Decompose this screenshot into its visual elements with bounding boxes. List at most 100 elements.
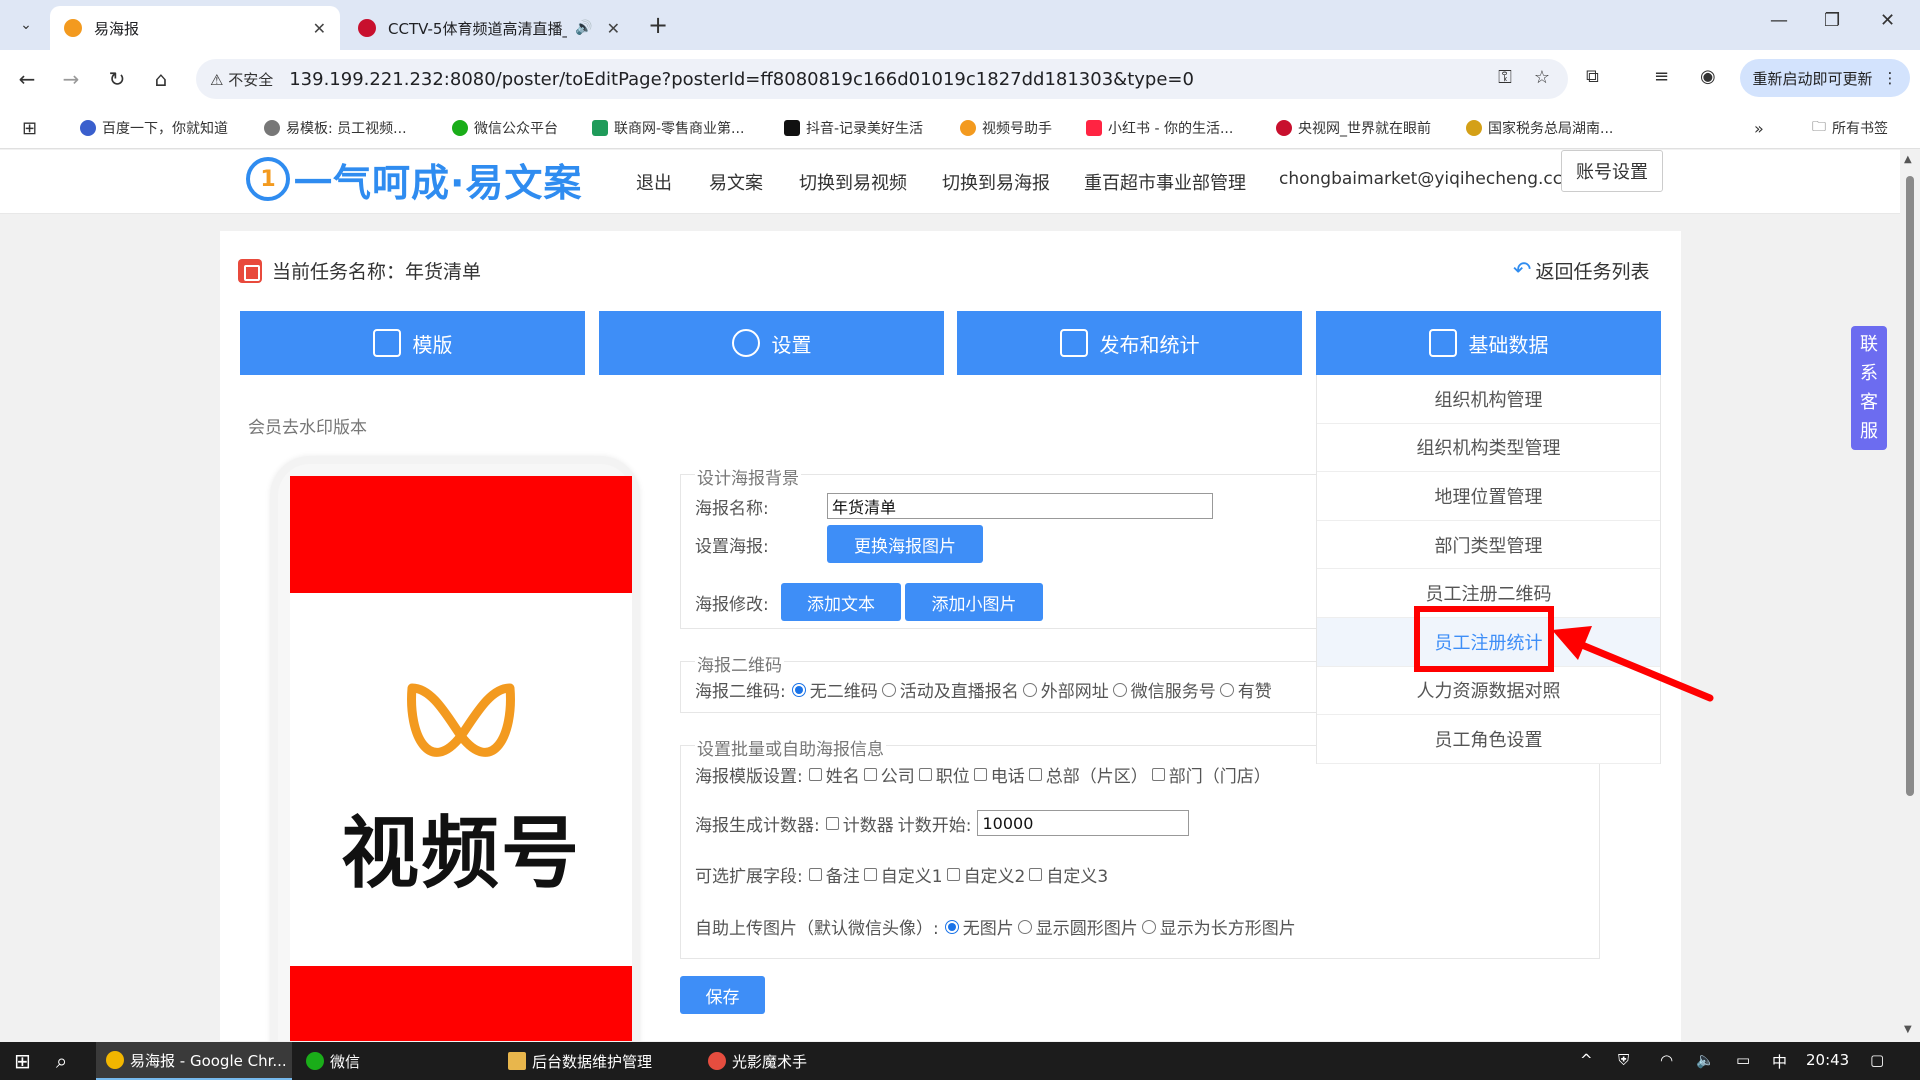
radio-selected[interactable] [944, 919, 959, 934]
clock[interactable]: 20:43 [1806, 1051, 1849, 1069]
template-option-company[interactable]: 公司 [863, 762, 915, 787]
extensions-icon[interactable]: ⧉ [1586, 66, 1599, 87]
windows-start-icon[interactable]: ⊞ [4, 1042, 31, 1080]
tab-cctv5[interactable]: CCTV-5体育频道高清直播_ 🔊 ✕ [344, 6, 634, 50]
back-to-task-list-link[interactable]: ↶ 返回任务列表 [1513, 257, 1649, 284]
ext-option-custom2[interactable]: 自定义2 [946, 862, 1025, 887]
notification-icon[interactable]: ▢ [1870, 1051, 1884, 1069]
upload-option-rectangle[interactable]: 显示为长方形图片 [1141, 914, 1296, 939]
bookmark-xiaohongshu[interactable]: 小红书 - 你的生活... [1086, 117, 1233, 139]
poster-name-input[interactable]: 年货清单 [827, 493, 1213, 519]
tab-yihaibao[interactable]: 易海报 ✕ [50, 6, 340, 50]
ext-option-custom1[interactable]: 自定义1 [863, 862, 943, 887]
search-icon[interactable]: ⌕ [46, 1042, 67, 1080]
close-window-icon[interactable]: ✕ [1880, 10, 1895, 31]
qrcode-option-signup[interactable]: 活动及直播报名 [881, 677, 1019, 702]
template-option-position[interactable]: 职位 [918, 762, 970, 787]
bookmark-wechat-mp[interactable]: 微信公众平台 [452, 117, 558, 139]
all-bookmarks[interactable]: 🗀 所有书签 [1812, 117, 1888, 139]
nav-account-email[interactable]: chongbaimarket@yiqihecheng.cc [1279, 169, 1562, 189]
not-secure-label[interactable]: ⚠ 不安全 [210, 69, 273, 90]
nav-switch-poster[interactable]: 切换到易海报 [942, 169, 1050, 195]
checkbox[interactable] [808, 868, 822, 881]
volume-icon[interactable]: 🔈 [1696, 1051, 1715, 1069]
security-shield-icon[interactable]: ⛨ [1618, 1051, 1629, 1069]
site-logo[interactable]: 1 一气呵成·易文案 [246, 154, 582, 205]
menu-item-staff-role-settings[interactable]: 员工角色设置 [1317, 715, 1660, 764]
ext-option-custom3[interactable]: 自定义3 [1029, 862, 1108, 887]
template-option-name[interactable]: 姓名 [808, 762, 860, 787]
tray-chevron-icon[interactable]: ^ [1580, 1051, 1593, 1069]
nav-switch-video[interactable]: 切换到易视频 [799, 169, 907, 195]
address-bar[interactable]: ⚠ 不安全 139.199.221.232:8080/poster/toEdit… [196, 59, 1568, 99]
radio[interactable] [881, 682, 896, 697]
scroll-up-icon[interactable]: ▲ [1904, 154, 1912, 165]
menu-item-location-manage[interactable]: 地理位置管理 [1317, 472, 1660, 521]
base-data-button[interactable]: 基础数据 [1316, 311, 1661, 375]
template-option-department[interactable]: 部门（门店） [1151, 762, 1271, 787]
minimize-icon[interactable]: — [1770, 10, 1788, 31]
checkbox[interactable] [863, 868, 877, 881]
template-option-phone[interactable]: 电话 [973, 762, 1025, 787]
profile-icon[interactable]: ◉ [1700, 66, 1716, 87]
save-button[interactable]: 保存 [680, 976, 765, 1014]
speaker-icon[interactable]: 🔊 [575, 20, 592, 36]
radio-selected[interactable] [791, 682, 806, 697]
battery-icon[interactable]: ▭ [1736, 1051, 1750, 1069]
tab-search-chevron-icon[interactable]: ⌄ [10, 10, 42, 40]
upload-option-circle[interactable]: 显示圆形图片 [1017, 914, 1138, 939]
taskbar-chrome[interactable]: 易海报 - Google Chr... [96, 1042, 292, 1080]
network-icon[interactable]: ◠ [1660, 1051, 1673, 1069]
radio[interactable] [1141, 919, 1156, 934]
qrcode-option-none[interactable]: 无二维码 [791, 677, 878, 702]
checkbox[interactable] [1028, 768, 1042, 781]
nav-yiwenan[interactable]: 易文案 [709, 169, 763, 195]
reload-icon[interactable]: ↻ [102, 64, 132, 94]
apps-grid-icon[interactable]: ⊞ [22, 117, 37, 139]
radio[interactable] [1017, 919, 1032, 934]
poster-preview-screen[interactable]: 视频号 [290, 476, 632, 1041]
key-icon[interactable]: ⚿ [1498, 67, 1512, 88]
menu-item-org-type-manage[interactable]: 组织机构类型管理 [1317, 424, 1660, 473]
template-option-hq[interactable]: 总部（片区） [1028, 762, 1148, 787]
bookmark-douyin[interactable]: 抖音-记录美好生活 [784, 117, 923, 139]
radio[interactable] [1219, 682, 1234, 697]
restore-icon[interactable]: ❐ [1824, 10, 1840, 31]
nav-division-manage[interactable]: 重百超市事业部管理 [1084, 169, 1246, 195]
menu-item-org-manage[interactable]: 组织机构管理 [1317, 375, 1660, 424]
bookmark-channels[interactable]: 视频号助手 [960, 117, 1052, 139]
taskbar-wechat[interactable]: 微信 [296, 1042, 492, 1080]
scrollbar-thumb[interactable] [1906, 176, 1914, 796]
qrcode-option-external[interactable]: 外部网址 [1022, 677, 1109, 702]
back-arrow-icon[interactable]: ← [12, 64, 42, 94]
radio[interactable] [1022, 682, 1037, 697]
checkbox[interactable] [1151, 768, 1165, 781]
checkbox[interactable] [863, 768, 877, 781]
menu-item-dept-type-manage[interactable]: 部门类型管理 [1317, 521, 1660, 570]
upload-option-none[interactable]: 无图片 [944, 914, 1014, 939]
radio[interactable] [1112, 682, 1127, 697]
template-button[interactable]: 模版 [240, 311, 585, 375]
close-icon[interactable]: ✕ [607, 19, 620, 38]
checkbox[interactable] [825, 816, 839, 830]
publish-stats-button[interactable]: 发布和统计 [957, 311, 1302, 375]
ime-indicator[interactable]: 中 [1772, 1051, 1787, 1072]
counter-option[interactable]: 计数器 [825, 811, 894, 836]
qrcode-option-youzan[interactable]: 有赞 [1219, 677, 1272, 702]
bookmark-yimuban[interactable]: 易模板: 员工视频... [264, 117, 407, 139]
bookmark-linkshop[interactable]: 联商网-零售商业第... [592, 117, 744, 139]
scroll-down-icon[interactable]: ▼ [1904, 1024, 1912, 1035]
ext-option-remark[interactable]: 备注 [808, 862, 860, 887]
url-text[interactable]: 139.199.221.232:8080/poster/toEditPage?p… [289, 69, 1194, 90]
change-poster-image-button[interactable]: 更换海报图片 [827, 525, 983, 563]
taskbar-backend[interactable]: 后台数据维护管理 [498, 1042, 694, 1080]
add-text-button[interactable]: 添加文本 [781, 583, 901, 621]
nav-logout[interactable]: 退出 [636, 169, 672, 195]
contact-service-tab[interactable]: 联 系 客 服 [1851, 326, 1887, 450]
add-small-image-button[interactable]: 添加小图片 [905, 583, 1043, 621]
counter-start-input[interactable]: 10000 [977, 810, 1190, 836]
bookmark-cctv[interactable]: 央视网_世界就在眼前 [1276, 117, 1431, 139]
checkbox[interactable] [1029, 868, 1043, 881]
checkbox[interactable] [946, 868, 960, 881]
account-settings-button[interactable]: 账号设置 [1561, 150, 1663, 192]
